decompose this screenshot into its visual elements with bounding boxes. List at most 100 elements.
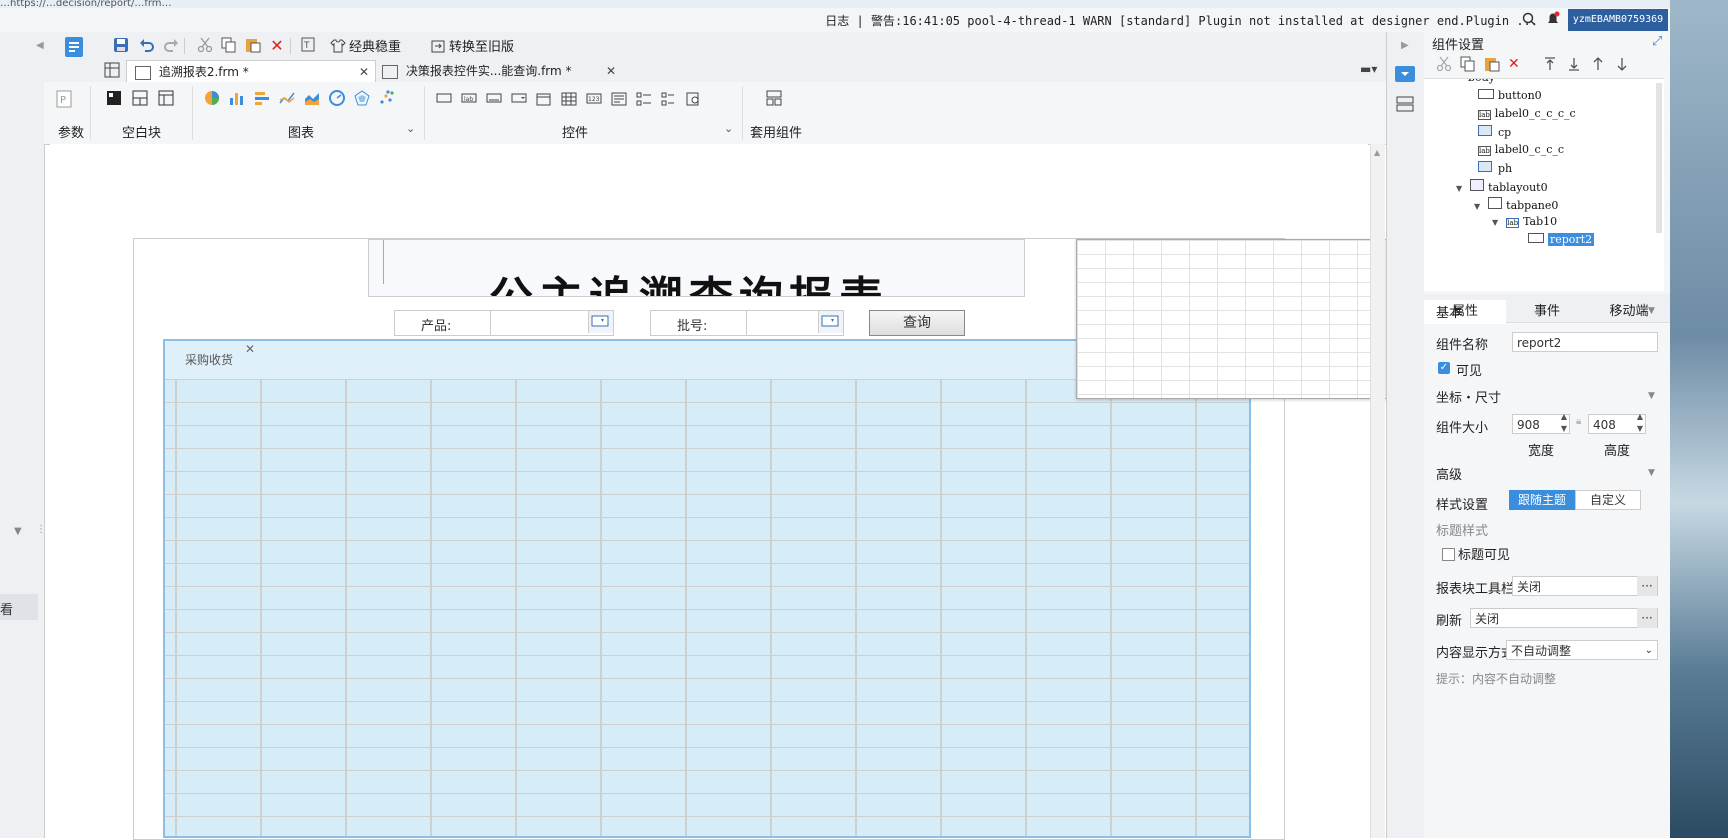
checkbox-group-icon[interactable] (636, 92, 652, 106)
tab-trace-report[interactable]: 追溯报表2.frm * ✕ (126, 60, 376, 83)
component-settings-icon[interactable] (1395, 66, 1415, 82)
report-grid[interactable] (165, 379, 1249, 836)
section-basic[interactable]: 基本 (1436, 302, 1462, 321)
close-icon[interactable]: ✕ (606, 60, 616, 82)
table-widget-icon[interactable] (561, 92, 577, 106)
move-bottom-icon[interactable] (1566, 56, 1582, 72)
tree-expand-icon[interactable]: ▼ (1456, 184, 1462, 193)
width-spinner[interactable]: 908 ▲ ▼ (1512, 411, 1570, 435)
split-layout-icon[interactable] (132, 90, 148, 106)
tree-node-button0[interactable]: button0 (1478, 89, 1542, 102)
refresh-field[interactable]: 关闭 ··· (1470, 608, 1658, 628)
layout-panel-icon[interactable] (1395, 96, 1415, 115)
classic-theme-button[interactable]: 经典稳重 (330, 36, 401, 55)
undo-icon[interactable] (138, 36, 156, 54)
grid-layout-icon[interactable] (104, 62, 120, 81)
radio-group-icon[interactable] (661, 92, 677, 106)
save-icon[interactable] (112, 36, 130, 54)
product-dropdown-button[interactable] (588, 311, 613, 333)
tab-close-icon[interactable]: ✕ (245, 342, 255, 356)
absolute-layout-icon[interactable] (106, 90, 122, 106)
tab-layout-icon[interactable] (158, 90, 174, 106)
close-icon[interactable]: ✕ (359, 61, 369, 83)
chevron-down-icon[interactable]: ⌄ (1645, 641, 1653, 661)
bar-chart-icon[interactable] (229, 90, 245, 106)
tree-node-tab10[interactable]: ▼ lab Tab10 (1492, 215, 1557, 228)
section-advanced[interactable]: 高级 (1436, 464, 1462, 483)
design-canvas[interactable]: 公主追溯查询报表 产品: 批号: 查询 采购收货 ✕ (50, 144, 1434, 840)
delete-icon[interactable]: ✕ (268, 36, 286, 55)
tab-events[interactable]: 事件 (1506, 300, 1588, 324)
cut-icon[interactable] (1436, 56, 1452, 72)
param-icon[interactable]: P (56, 90, 72, 111)
log-label[interactable]: 日志 (825, 14, 849, 28)
line-chart-icon[interactable] (279, 90, 295, 106)
section-collapse-icon[interactable]: ▼ (1648, 391, 1655, 401)
area-chart-icon[interactable] (304, 90, 320, 106)
title-label-block[interactable]: 公主追溯查询报表 (368, 239, 1025, 297)
convert-old-button[interactable]: 转换至旧版 (430, 36, 514, 55)
title-visible-checkbox[interactable] (1442, 548, 1455, 561)
tree-node-body[interactable]: body (1468, 79, 1495, 84)
spinner-arrows-icon[interactable]: ▲ ▼ (1637, 411, 1643, 435)
delete-icon[interactable]: ✕ (1508, 56, 1520, 72)
label-widget-icon[interactable]: lab (461, 92, 477, 104)
copy-icon[interactable] (220, 36, 238, 54)
tree-node-label0-ccc[interactable]: lab label0_c_c_c (1478, 143, 1564, 156)
splitter-handle-icon[interactable]: ⋮ (36, 524, 46, 535)
query-button[interactable]: 查询 (869, 310, 965, 336)
tree-node-tablayout0[interactable]: ▼ tablayout0 (1456, 179, 1548, 194)
section-position-size[interactable]: 坐标・尺寸 (1436, 387, 1501, 406)
tree-node-tabpane0[interactable]: ▼ tabpane0 (1474, 197, 1558, 212)
expand-arrow-icon[interactable]: ▶ (1401, 40, 1409, 51)
move-up-icon[interactable] (1590, 56, 1606, 72)
date-widget-icon[interactable] (536, 92, 552, 106)
lock-ratio-icon[interactable]: 🔒︎ (1576, 416, 1581, 427)
tree-scrollbar[interactable] (1656, 83, 1662, 233)
more-options-icon[interactable]: ··· (1637, 608, 1657, 628)
textarea-widget-icon[interactable] (611, 92, 627, 106)
style-follow-theme-button[interactable]: 跟随主题 (1509, 490, 1575, 510)
cut-icon[interactable] (196, 36, 214, 54)
display-mode-select[interactable]: 不自动调整 ⌄ (1506, 640, 1658, 660)
widget-expand-chevron-icon[interactable]: ⌄ (724, 122, 733, 135)
combo-widget-icon[interactable] (511, 92, 527, 104)
paste-icon[interactable] (244, 36, 262, 54)
log-message[interactable]: 日志 | 警告:16:41:05 pool-4-thread-1 WARN [s… (825, 12, 1538, 29)
left-panel-item[interactable]: 看 (0, 594, 38, 620)
button-widget-icon[interactable] (436, 92, 452, 104)
product-combo[interactable] (490, 310, 614, 336)
component-name-input[interactable]: report2 (1512, 332, 1658, 352)
spinner-arrows-icon[interactable]: ▲ ▼ (1561, 411, 1567, 435)
product-label-box[interactable]: 产品: (394, 310, 492, 336)
section-collapse-icon[interactable]: ▼ (1648, 306, 1655, 316)
style-custom-button[interactable]: 自定义 (1575, 490, 1641, 510)
search-widget-icon[interactable] (686, 92, 702, 106)
tab-layout[interactable]: 采购收货 ✕ (163, 339, 1251, 838)
batch-dropdown-button[interactable] (818, 311, 843, 333)
paste-icon[interactable] (1484, 56, 1500, 72)
block-toolbar-field[interactable]: 关闭 ··· (1512, 576, 1658, 596)
template-component-icon[interactable] (766, 90, 782, 109)
section-collapse-icon[interactable]: ▼ (1648, 468, 1655, 478)
canvas-vertical-scrollbar[interactable]: ▲ (1370, 144, 1385, 838)
bell-icon[interactable] (1545, 11, 1561, 30)
redo-icon[interactable] (162, 36, 180, 54)
scatter-chart-icon[interactable] (379, 90, 395, 106)
tab-mobile[interactable]: 移动端 (1588, 300, 1670, 324)
pin-icon[interactable]: ⤢ (1652, 34, 1662, 49)
text-field-widget-icon[interactable] (486, 92, 502, 104)
batch-label-box[interactable]: 批号: (650, 310, 748, 336)
move-top-icon[interactable] (1542, 56, 1558, 72)
tree-expand-icon[interactable]: ▼ (1492, 218, 1498, 227)
tree-node-label0-cccc[interactable]: lab label0_c_c_c_c (1478, 107, 1576, 120)
radar-chart-icon[interactable] (354, 90, 370, 106)
chart-expand-chevron-icon[interactable]: ⌄ (406, 122, 415, 135)
text-search-icon[interactable]: T (300, 36, 318, 54)
tree-node-report2[interactable]: report2 (1528, 233, 1595, 246)
chevron-down-icon[interactable]: ▼ (14, 526, 22, 537)
search-icon[interactable] (1522, 12, 1536, 29)
more-options-icon[interactable]: ··· (1637, 576, 1657, 596)
height-spinner[interactable]: 408 ▲ ▼ (1588, 411, 1646, 435)
visible-checkbox[interactable]: ✓ (1438, 362, 1450, 374)
